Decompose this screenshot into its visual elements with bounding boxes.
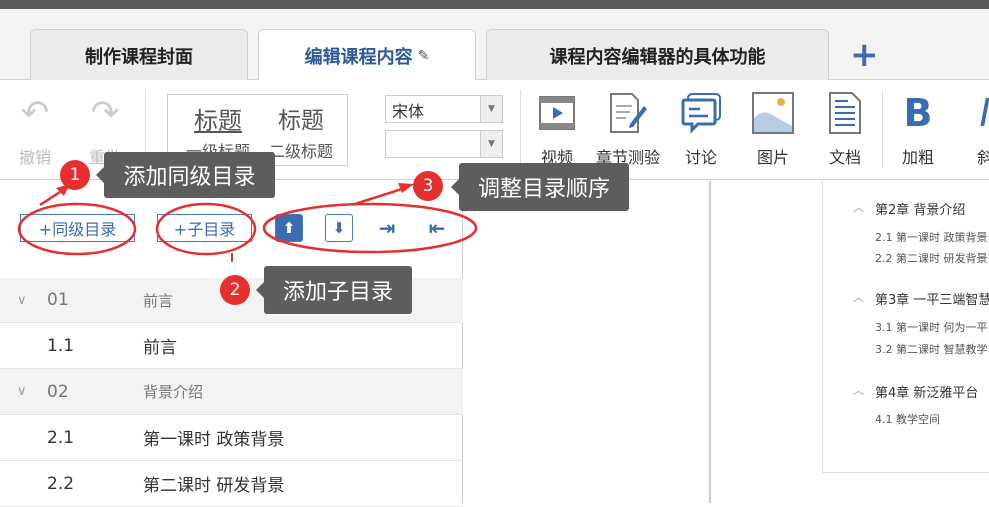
arrow-icon [354, 185, 409, 206]
arrow-head-icon [398, 183, 414, 193]
highlight-ellipse [262, 202, 478, 254]
annotation-tooltip: 添加同级目录 [96, 152, 275, 198]
annotation-overlay [17, 183, 478, 262]
annotation-badge: 2 [220, 275, 250, 305]
annotation-badge: 1 [60, 160, 90, 190]
highlight-ellipse [17, 202, 137, 256]
annotation-badge: 3 [413, 171, 443, 201]
highlight-ellipse [155, 202, 257, 256]
annotation-tooltip: 添加子目录 [256, 266, 412, 314]
annotation-tooltip: 调整目录顺序 [451, 163, 629, 211]
